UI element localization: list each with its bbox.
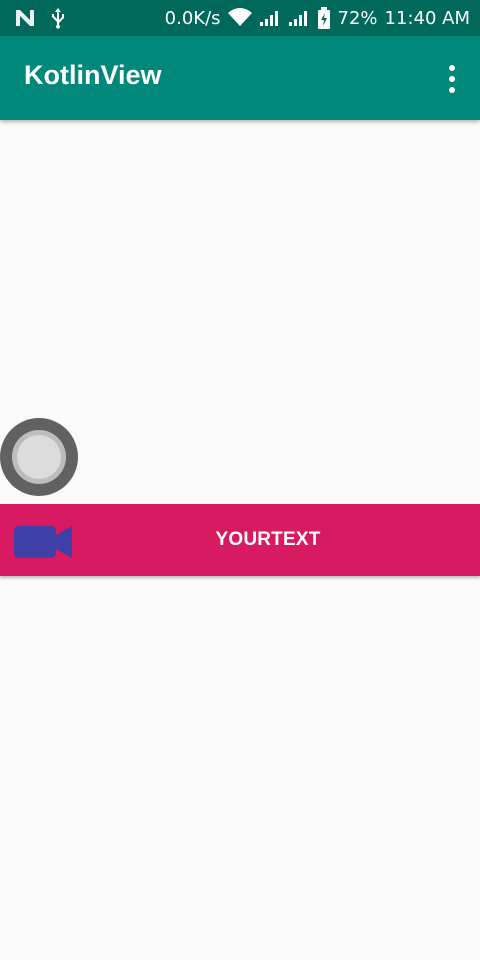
app-title: KotlinView — [24, 60, 162, 90]
more-vert-icon[interactable] — [444, 65, 460, 93]
usb-icon — [52, 8, 64, 29]
battery-charging-icon — [317, 7, 330, 29]
n-icon — [16, 10, 34, 26]
main-content: YOURTEXT — [0, 120, 480, 960]
battery-percent: 72% — [337, 7, 378, 29]
clock: 11:40 AM — [384, 7, 470, 29]
action-bar-label: YOURTEXT — [215, 529, 321, 550]
video-action-bar[interactable]: YOURTEXT — [0, 504, 480, 576]
signal-icon — [259, 11, 278, 26]
wifi-icon — [227, 8, 252, 26]
record-button-ring — [12, 430, 66, 484]
status-bar: 0.0K/s 72% 11:40 AM — [0, 0, 480, 36]
signal-icon — [288, 11, 307, 26]
menu-dot — [449, 76, 455, 82]
menu-dot — [449, 87, 455, 93]
app-toolbar: KotlinView — [0, 36, 480, 120]
menu-dot — [449, 65, 455, 71]
record-button-core — [17, 435, 61, 479]
net-speed: 0.0K/s — [164, 7, 221, 29]
record-button[interactable] — [0, 418, 78, 496]
